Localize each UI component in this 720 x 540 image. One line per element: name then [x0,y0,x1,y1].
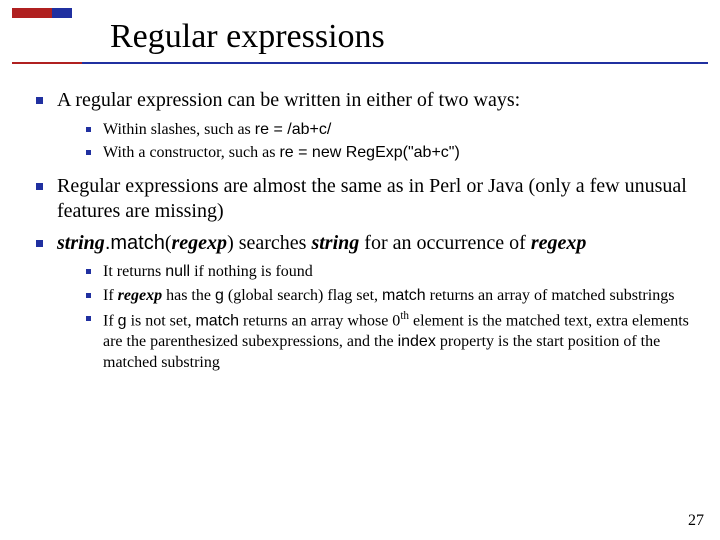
square-bullet-icon [86,269,91,274]
text-part: If [103,287,118,304]
accent-blue [52,8,72,18]
keyword-regexp: regexp [531,232,587,254]
text-part: has the [162,287,215,304]
keyword-g: g [118,313,127,330]
superscript-th: th [400,310,409,322]
underline-blue [82,62,708,64]
square-bullet-icon [86,127,91,132]
sub-bullet-3b-text: If regexp has the g (global search) flag… [103,286,696,306]
bullet-3-text: string.match(regexp) searches string for… [57,231,696,257]
bullet-1: A regular expression can be written in e… [36,88,696,164]
square-bullet-icon [86,150,91,155]
code-literal: re = /ab+c/ [255,121,332,138]
page-title: Regular expressions [110,18,385,56]
slide-content: A regular expression can be written in e… [36,88,696,383]
square-bullet-icon [86,316,91,321]
text-part: searches [234,232,312,254]
text-part: If [103,313,118,330]
sub-bullet-3b: If regexp has the g (global search) flag… [86,286,696,306]
text-part: returns an array of matched substrings [426,287,675,304]
text-part: for an occurrence of [359,232,531,254]
keyword-g: g [215,287,224,304]
accent-bar [12,8,72,18]
keyword-match: match [110,232,164,254]
text-part: returns an array whose 0 [239,313,400,330]
accent-red [12,8,52,18]
keyword-null: null [165,263,190,280]
text-part: It returns [103,263,165,280]
sub-bullet-1a: Within slashes, such as re = /ab+c/ [86,120,696,140]
bullet-2: Regular expressions are almost the same … [36,174,696,225]
underline-red [12,62,82,64]
bullet-2-text: Regular expressions are almost the same … [57,174,696,225]
sub-bullet-3c-text: If g is not set, match returns an array … [103,309,696,373]
title-underline [12,62,708,64]
bullet-1-text: A regular expression can be written in e… [57,88,696,114]
square-bullet-icon [86,293,91,298]
keyword-string: string [57,232,105,254]
square-bullet-icon [36,240,43,247]
page-number: 27 [688,512,704,530]
paren-open: ( [165,232,172,254]
text-part: Within slashes, such as [103,121,255,138]
bullet-3: string.match(regexp) searches string for… [36,231,696,373]
sub-bullet-3c: If g is not set, match returns an array … [86,309,696,373]
bullet-3-sublist: It returns null if nothing is found If r… [86,262,696,373]
text-part: (global search) flag set, [224,287,382,304]
bullet-1-sublist: Within slashes, such as re = /ab+c/ With… [86,120,696,164]
sub-bullet-3a-text: It returns null if nothing is found [103,262,696,282]
paren-close: ) [227,232,234,254]
keyword-match: match [382,287,426,304]
keyword-regexp: regexp [172,232,228,254]
keyword-match: match [195,313,239,330]
text-part: With a constructor, such as [103,144,279,161]
keyword-regexp: regexp [118,287,162,304]
code-literal: re = new RegExp("ab+c") [279,144,459,161]
keyword-string: string [311,232,359,254]
sub-bullet-3a: It returns null if nothing is found [86,262,696,282]
sub-bullet-1b: With a constructor, such as re = new Reg… [86,143,696,163]
sub-bullet-1a-text: Within slashes, such as re = /ab+c/ [103,120,696,140]
text-part: if nothing is found [190,263,313,280]
sub-bullet-1b-text: With a constructor, such as re = new Reg… [103,143,696,163]
text-part: is not set, [127,313,196,330]
square-bullet-icon [36,183,43,190]
square-bullet-icon [36,97,43,104]
keyword-index: index [398,333,436,350]
